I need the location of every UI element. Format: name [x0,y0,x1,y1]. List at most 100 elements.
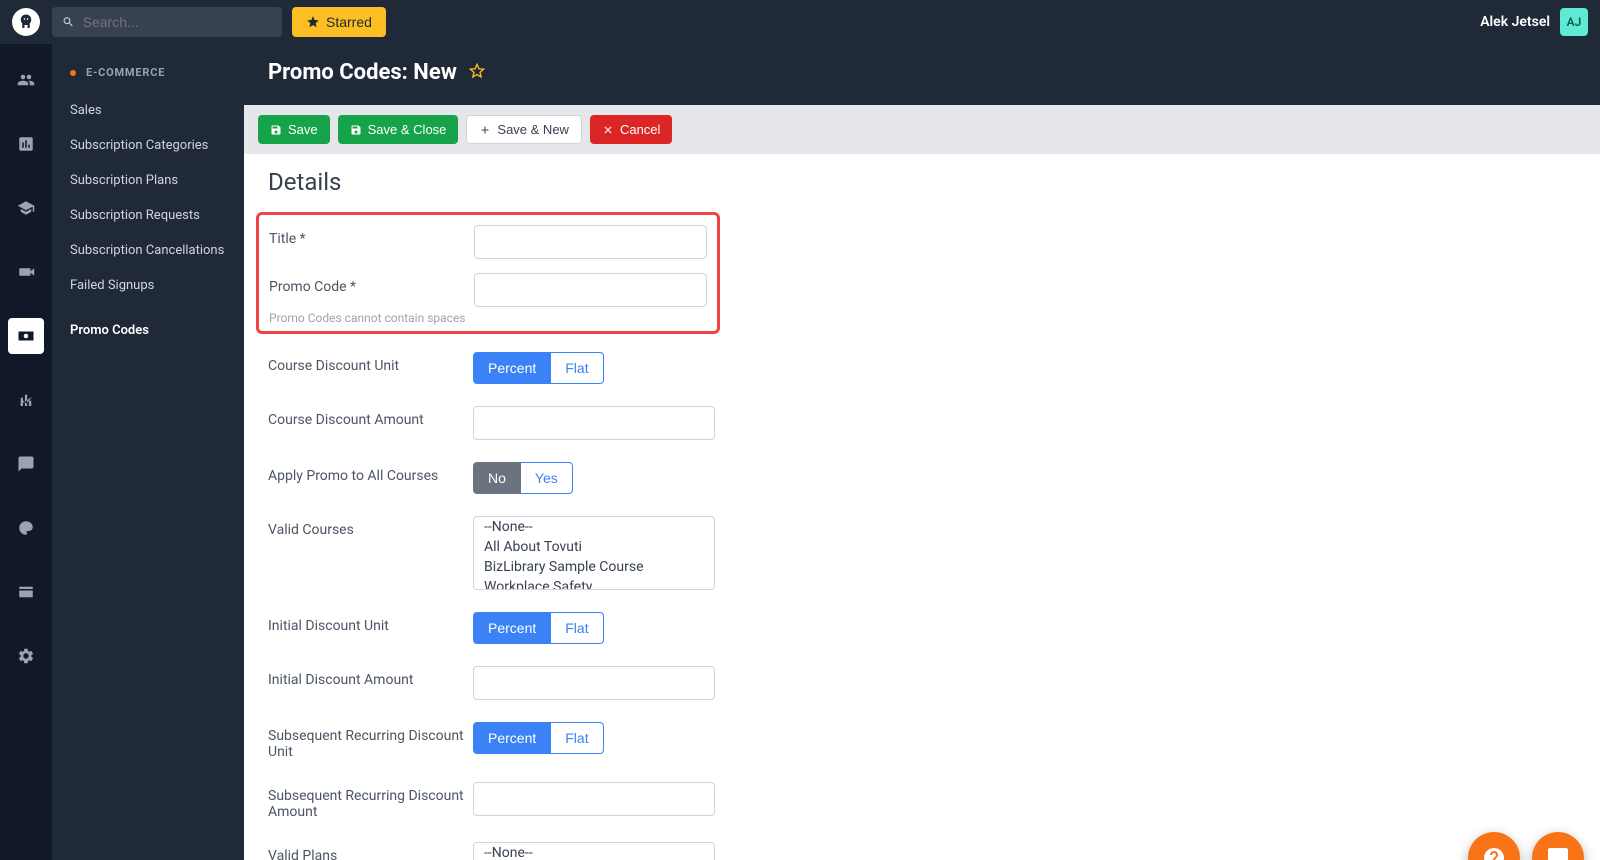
rail-ecommerce[interactable] [8,318,44,354]
course-discount-unit-toggle: Percent Flat [473,352,604,384]
valid-courses-label: Valid Courses [268,516,473,538]
sidebar-item-sub-categories[interactable]: Subscription Categories [52,128,244,163]
course-option[interactable]: --None-- [474,517,714,537]
elephant-icon [17,13,35,31]
rail-design[interactable] [8,510,44,546]
course-option[interactable]: BizLibrary Sample Course [474,557,714,577]
dot-icon [70,70,76,76]
apply-all-toggle: No Yes [473,462,573,494]
rail-settings[interactable] [8,638,44,674]
course-unit-percent[interactable]: Percent [473,352,551,384]
rail-announce[interactable] [8,254,44,290]
initial-unit-flat[interactable]: Flat [551,612,603,644]
highlight-box: Title * Promo Code * Promo Codes cannot … [256,212,720,334]
promo-code-input[interactable] [474,273,707,307]
logo[interactable] [12,8,40,36]
form-section: Details Title * Promo Code * Promo Codes… [244,154,1600,860]
palette-icon [17,519,35,537]
course-option[interactable]: All About Tovuti [474,537,714,557]
course-discount-amount-label: Course Discount Amount [268,406,473,428]
favorite-toggle[interactable] [469,63,485,83]
promo-code-label: Promo Code * [269,273,474,295]
sidebar-item-promo-codes[interactable]: Promo Codes [52,313,244,348]
sidebar-item-failed-signups[interactable]: Failed Signups [52,268,244,303]
subsequent-unit-percent[interactable]: Percent [473,722,551,754]
rail-analytics[interactable] [8,126,44,162]
sidebar-item-sub-requests[interactable]: Subscription Requests [52,198,244,233]
starred-label: Starred [326,14,372,30]
gear-icon [17,647,35,665]
cancel-button[interactable]: Cancel [590,115,672,144]
save-icon [350,124,362,136]
action-bar: Save Save & Close Save & New Cancel [244,105,1600,154]
sidebar: E-COMMERCE Sales Subscription Categories… [52,44,244,860]
search-icon [62,15,75,29]
message-icon [17,455,35,473]
initial-discount-amount-input[interactable] [473,666,715,700]
initial-unit-percent[interactable]: Percent [473,612,551,644]
plus-icon [479,124,491,136]
page-header: Promo Codes: New [244,44,1600,105]
save-close-button[interactable]: Save & Close [338,115,459,144]
apply-all-label: Apply Promo to All Courses [268,462,473,484]
save-new-label: Save & New [497,122,569,137]
bars-icon [17,391,35,409]
fab-group [1468,832,1584,860]
rail-reports[interactable] [8,382,44,418]
subsequent-unit-label: Subsequent Recurring Discount Unit [268,722,473,760]
save-icon [270,124,282,136]
fab-help[interactable] [1468,832,1520,860]
subsequent-unit-toggle: Percent Flat [473,722,604,754]
subsequent-amount-input[interactable] [473,782,715,816]
close-icon [602,124,614,136]
sidebar-item-sub-plans[interactable]: Subscription Plans [52,163,244,198]
help-icon [1482,846,1506,860]
fab-chat[interactable] [1532,832,1584,860]
cancel-label: Cancel [620,122,660,137]
section-title: Details [268,168,1576,196]
course-discount-amount-input[interactable] [473,406,715,440]
rail-messages[interactable] [8,446,44,482]
valid-plans-select[interactable]: --None-- Registration Hidden Subscriptio… [473,842,715,860]
course-discount-unit-label: Course Discount Unit [268,352,473,374]
save-new-button[interactable]: Save & New [466,115,582,144]
icon-rail [0,44,52,860]
sidebar-heading-text: E-COMMERCE [86,66,165,79]
search-box[interactable] [52,7,282,37]
course-unit-flat[interactable]: Flat [551,352,603,384]
sidebar-item-sales[interactable]: Sales [52,93,244,128]
money-icon [17,327,35,345]
initial-discount-amount-label: Initial Discount Amount [268,666,473,688]
apply-all-yes[interactable]: Yes [521,462,573,494]
avatar[interactable]: AJ [1560,8,1588,36]
rail-learning[interactable] [8,190,44,226]
rail-users[interactable] [8,62,44,98]
course-option[interactable]: Workplace Safety [474,577,714,590]
star-outline-icon [469,63,485,79]
chat-icon [1546,846,1570,860]
users-icon [17,71,35,89]
window-icon [17,583,35,601]
rail-content[interactable] [8,574,44,610]
valid-plans-label: Valid Plans [268,842,473,860]
apply-all-no[interactable]: No [473,462,521,494]
title-label: Title * [269,225,474,247]
valid-courses-select[interactable]: --None-- All About Tovuti BizLibrary Sam… [473,516,715,590]
title-input[interactable] [474,225,707,259]
promo-help-text: Promo Codes cannot contain spaces [269,311,707,325]
search-input[interactable] [83,14,272,30]
subsequent-amount-label: Subsequent Recurring Discount Amount [268,782,473,820]
graduation-icon [17,199,35,217]
save-button[interactable]: Save [258,115,330,144]
sidebar-heading: E-COMMERCE [52,62,244,93]
user-name: Alek Jetsel [1480,14,1550,30]
plan-option[interactable]: --None-- [474,843,714,860]
initial-discount-unit-label: Initial Discount Unit [268,612,473,634]
subsequent-unit-flat[interactable]: Flat [551,722,603,754]
starred-button[interactable]: Starred [292,7,386,37]
sidebar-item-sub-cancellations[interactable]: Subscription Cancellations [52,233,244,268]
star-icon [306,15,320,29]
save-close-label: Save & Close [368,122,447,137]
megaphone-icon [17,263,35,281]
chart-icon [17,135,35,153]
